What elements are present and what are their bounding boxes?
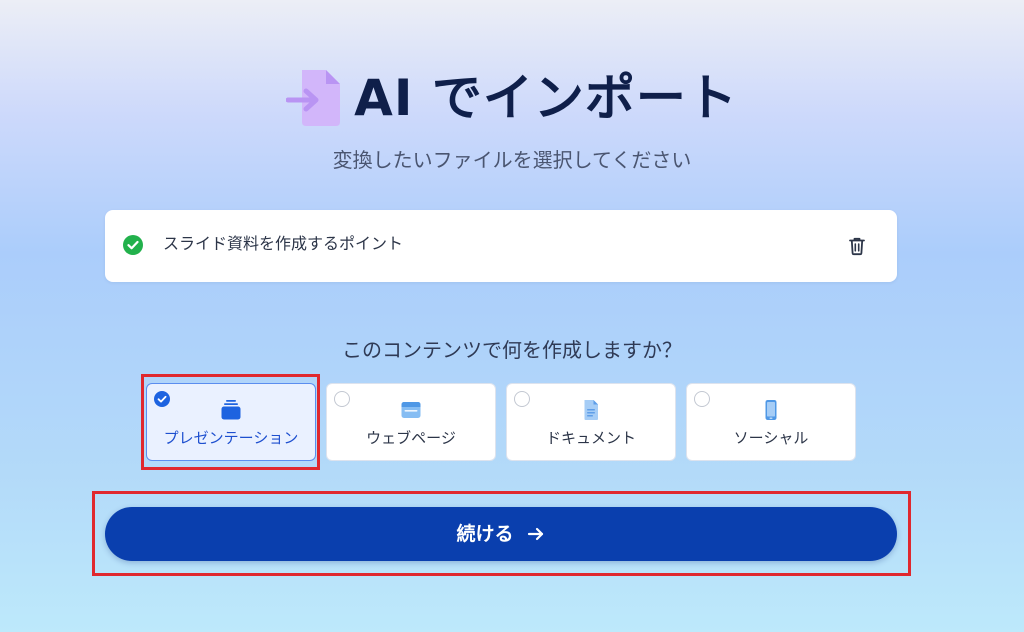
presentation-icon [221, 400, 241, 420]
page-subtitle: 変換したいファイルを選択してください [332, 148, 692, 172]
check-circle-icon [123, 235, 143, 255]
mobile-icon [765, 400, 777, 420]
option-social[interactable]: ソーシャル [686, 383, 856, 461]
option-presentation[interactable]: プレゼンテーション [146, 383, 316, 461]
option-label: プレゼンテーション [163, 429, 299, 447]
delete-file-button[interactable] [845, 234, 869, 258]
option-label: ドキュメント [545, 429, 636, 447]
radio-unchecked[interactable] [514, 391, 530, 407]
webpage-icon [401, 402, 421, 418]
continue-button-label: 続ける [456, 523, 514, 545]
radio-unchecked[interactable] [694, 391, 710, 407]
radio-checked[interactable] [154, 391, 170, 407]
option-document[interactable]: ドキュメント [506, 383, 676, 461]
selected-file-card: スライド資料を作成するポイント [105, 210, 897, 282]
option-webpage[interactable]: ウェブページ [326, 383, 496, 461]
title-row: AI でインポート [0, 68, 1024, 128]
page-title: AI でインポート [354, 69, 738, 127]
radio-unchecked[interactable] [334, 391, 350, 407]
trash-icon [849, 237, 865, 256]
content-type-question: このコンテンツで何を作成しますか？ [342, 338, 682, 362]
continue-button[interactable]: 続ける [105, 507, 897, 561]
file-name: スライド資料を作成するポイント [163, 234, 404, 253]
file-import-icon [286, 70, 341, 126]
check-icon [157, 395, 167, 403]
option-label: ウェブページ [366, 429, 456, 447]
option-label: ソーシャル [733, 429, 809, 447]
content-type-options: プレゼンテーション ウェブページ ドキュメント ソーシャル [146, 383, 856, 461]
document-icon [584, 400, 598, 420]
arrow-right-icon [527, 527, 543, 541]
